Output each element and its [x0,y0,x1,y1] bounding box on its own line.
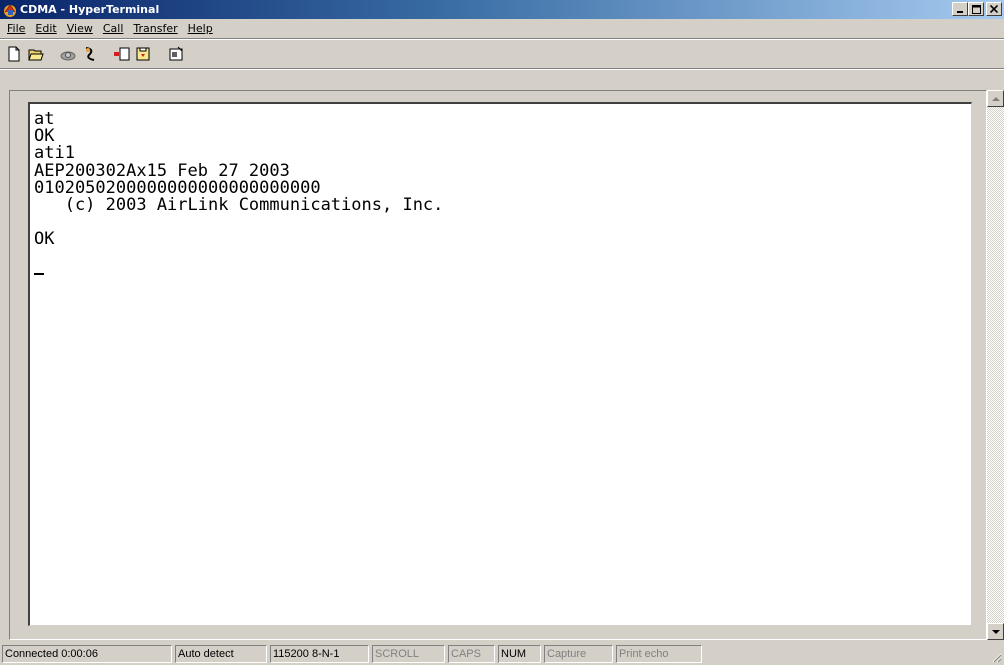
menu-edit[interactable]: Edit [30,22,61,35]
scroll-up-icon [991,96,1000,101]
menu-file[interactable]: File [2,22,30,35]
text-cursor [34,272,44,275]
terminal-screen[interactable]: at OK ati1 AEP200302Ax15 Feb 27 2003 0102050… [28,102,972,626]
status-port-settings: 115200 8-N-1 [270,645,369,663]
terminal-cursor-line [34,266,443,283]
terminal-line: OK [34,126,55,147]
open-button[interactable] [25,43,47,65]
window-title: CDMA - HyperTerminal [20,3,160,16]
terminal-output: at OK ati1 AEP200302Ax15 Feb 27 2003 0102050… [34,109,444,283]
menu-help[interactable]: Help [183,22,218,35]
menu-file-label: File [7,22,26,35]
menu-edit-label: Edit [35,22,57,35]
properties-button[interactable] [165,43,187,65]
status-connected: Connected 0:00:06 [2,645,172,663]
menu-call[interactable]: Call [98,22,129,35]
scroll-up-button[interactable] [987,90,1004,107]
connect-button[interactable] [57,43,79,65]
receive-button[interactable] [133,43,155,65]
status-scroll: SCROLL [372,645,445,663]
open-icon [28,49,44,61]
menu-transfer-label: Transfer [133,22,178,35]
menu-view-label: View [66,22,93,35]
menu-view[interactable]: View [62,22,98,35]
maximize-button[interactable] [968,2,984,16]
new-icon [8,46,20,62]
minimize-icon [957,11,963,13]
send-icon [114,47,130,61]
disconnect-icon [85,47,95,61]
hyperterminal-icon[interactable] [2,2,18,18]
menu-transfer[interactable]: Transfer [128,22,182,35]
terminal-line: OK [34,229,55,250]
status-detect: Auto detect [175,645,267,663]
menu-bar: File Edit View Call Transfer Help [0,19,1004,38]
status-num: NUM [498,645,541,663]
status-print-echo: Print echo [616,645,702,663]
terminal-line: (c) 2003 AirLink Communications, Inc. [34,195,444,216]
scroll-down-icon [991,629,1000,634]
maximize-icon [971,4,981,14]
receive-icon [136,47,150,61]
status-caps: CAPS [448,645,495,663]
close-button[interactable] [986,2,1002,16]
properties-icon [169,46,183,61]
status-bar: Connected 0:00:06 Auto detect 115200 8-N… [0,643,1004,665]
disconnect-button[interactable] [79,43,101,65]
resize-grip-icon[interactable] [990,651,1002,663]
terminal-line: ​ [34,249,443,266]
new-button[interactable] [3,43,25,65]
menu-help-label: Help [187,22,213,35]
toolbar [0,40,1004,68]
menu-call-label: Call [102,22,124,35]
title-bar[interactable]: CDMA - HyperTerminal [0,0,1004,19]
terminal-line: ​ [34,214,443,231]
send-button[interactable] [111,43,133,65]
status-capture: Capture [544,645,613,663]
toolbar-separator [0,68,1004,70]
minimize-button[interactable] [952,2,968,16]
terminal-line: at [34,109,55,129]
close-icon [990,5,998,13]
connect-icon [60,51,76,61]
scroll-down-button[interactable] [987,623,1004,640]
vertical-scrollbar[interactable] [987,90,1004,640]
